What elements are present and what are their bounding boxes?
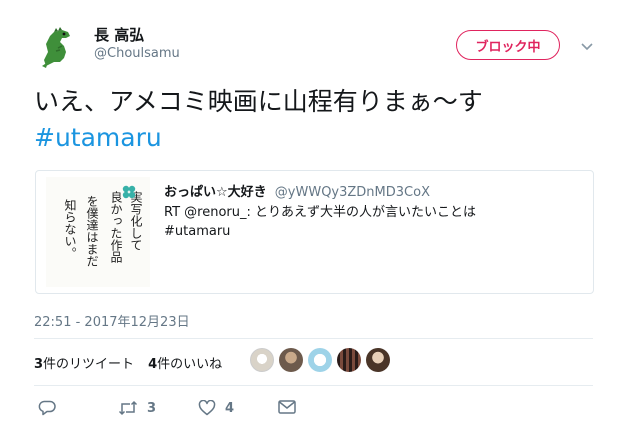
liker-avatar[interactable]: [337, 348, 361, 372]
dinosaur-icon: [42, 27, 70, 68]
quoted-tweet-text: RT @renoru_: とりあえず大半の人が言いたいことは #utamaru: [164, 203, 564, 241]
hashtag-link[interactable]: #utamaru: [34, 120, 604, 156]
display-name[interactable]: 長 高弘: [94, 24, 144, 45]
retweet-stat[interactable]: 3件のリツイート: [34, 357, 134, 372]
liker-avatar[interactable]: [279, 348, 303, 372]
quoted-tweet-image[interactable]: 実写化して 良かった作品 を僕達はまだ 知らない。: [46, 177, 150, 287]
quoted-line-1: RT @renoru_: とりあえず大半の人が言いたいことは: [164, 205, 477, 220]
quoted-tweet-card[interactable]: 実写化して 良かった作品 を僕達はまだ 知らない。 おっぱい☆大好き @yWWQ…: [35, 170, 594, 294]
retweet-stat-label: 件のリツイート: [43, 357, 135, 372]
like-count: 4: [225, 400, 235, 416]
user-handle[interactable]: @Choulsamu: [94, 46, 180, 61]
liker-avatar[interactable]: [366, 348, 390, 372]
quoted-handle[interactable]: @yWWQy3ZDnMD3CoX: [275, 185, 430, 200]
likers-avatars: [250, 348, 390, 374]
retweet-icon: [118, 400, 138, 416]
tweet-body: いえ、アメコミ映画に山程有りまぁ～す: [34, 87, 483, 116]
avatar[interactable]: [34, 22, 82, 70]
retweet-stat-count: 3: [34, 357, 44, 372]
image-text-col-2: 良かった作品: [109, 190, 123, 263]
image-text-col-3: を僕達はまだ: [85, 195, 99, 267]
divider: [34, 338, 593, 339]
quoted-display-name[interactable]: おっぱい☆大好き: [164, 185, 267, 200]
blocked-button[interactable]: ブロック中: [456, 30, 560, 60]
tweet-text: いえ、アメコミ映画に山程有りまぁ～す #utamaru: [34, 84, 604, 156]
like-stat-label: 件のいいね: [157, 357, 223, 372]
image-text-col-1: 実写化して: [129, 190, 143, 251]
divider: [34, 385, 593, 386]
tweet-timestamp[interactable]: 22:51 - 2017年12月23日: [34, 311, 190, 330]
like-button[interactable]: 4: [198, 400, 234, 416]
envelope-icon: [278, 400, 296, 414]
image-text-col-4: 知らない。: [63, 199, 77, 259]
heart-icon: [198, 400, 216, 416]
like-stat-count: 4: [148, 357, 158, 372]
direct-message-button[interactable]: [278, 400, 296, 414]
chevron-down-icon[interactable]: [580, 38, 594, 52]
retweet-count: 3: [147, 400, 157, 416]
liker-avatar[interactable]: [308, 348, 332, 372]
tweet-stats: 3件のリツイート 4件のいいね: [34, 353, 222, 372]
retweet-button[interactable]: 3: [118, 400, 156, 416]
like-stat[interactable]: 4件のいいね: [148, 357, 222, 372]
quoted-author[interactable]: おっぱい☆大好き @yWWQy3ZDnMD3CoX: [164, 181, 430, 200]
reply-icon: [38, 400, 56, 416]
quoted-line-2: #utamaru: [164, 224, 231, 239]
reply-button[interactable]: [38, 400, 56, 416]
liker-avatar[interactable]: [250, 348, 274, 372]
